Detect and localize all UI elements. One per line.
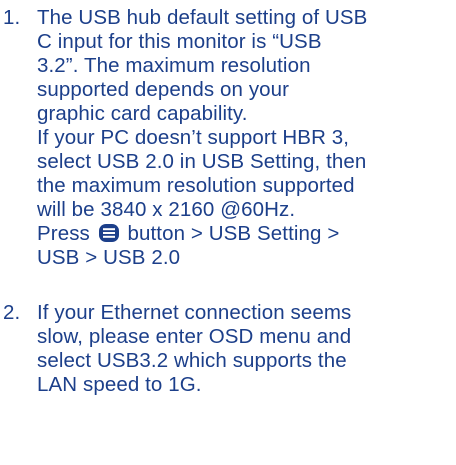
note-number: 1.: [3, 6, 21, 29]
instruction-line: Press button > USB Setting >: [37, 222, 456, 246]
note-line: If your Ethernet connection seems: [37, 301, 352, 324]
note-line: 3.2”. The maximum resolution: [37, 54, 311, 77]
note-line: the maximum resolution supported: [37, 174, 355, 197]
document-page: 1. The USB hub default setting of USB C …: [0, 0, 456, 397]
instruction-line-2: USB > USB 2.0: [37, 246, 181, 269]
note-line: If your PC doesn’t support HBR 3,: [37, 126, 350, 149]
note-line: graphic card capability.: [37, 102, 248, 125]
note-line: select USB3.2 which supports the: [37, 349, 347, 372]
note-number: 2.: [3, 301, 21, 324]
note-line: will be 3840 x 2160 @60Hz.: [37, 198, 296, 221]
menu-button-icon: [98, 223, 120, 243]
note-line: C input for this monitor is “USB: [37, 30, 322, 53]
note-line: The USB hub default setting of USB: [37, 6, 368, 29]
note-line: LAN speed to 1G.: [37, 373, 202, 396]
note-line: supported depends on your: [37, 78, 290, 101]
note-line: select USB 2.0 in USB Setting, then: [37, 150, 367, 173]
note-item-1: 1. The USB hub default setting of USB C …: [0, 6, 456, 270]
note-line: slow, please enter OSD menu and: [37, 325, 352, 348]
instruction-suffix: button > USB Setting >: [127, 222, 340, 245]
note-item-2: 2. If your Ethernet connection seems slo…: [0, 301, 456, 397]
instruction-prefix: Press: [37, 222, 90, 245]
